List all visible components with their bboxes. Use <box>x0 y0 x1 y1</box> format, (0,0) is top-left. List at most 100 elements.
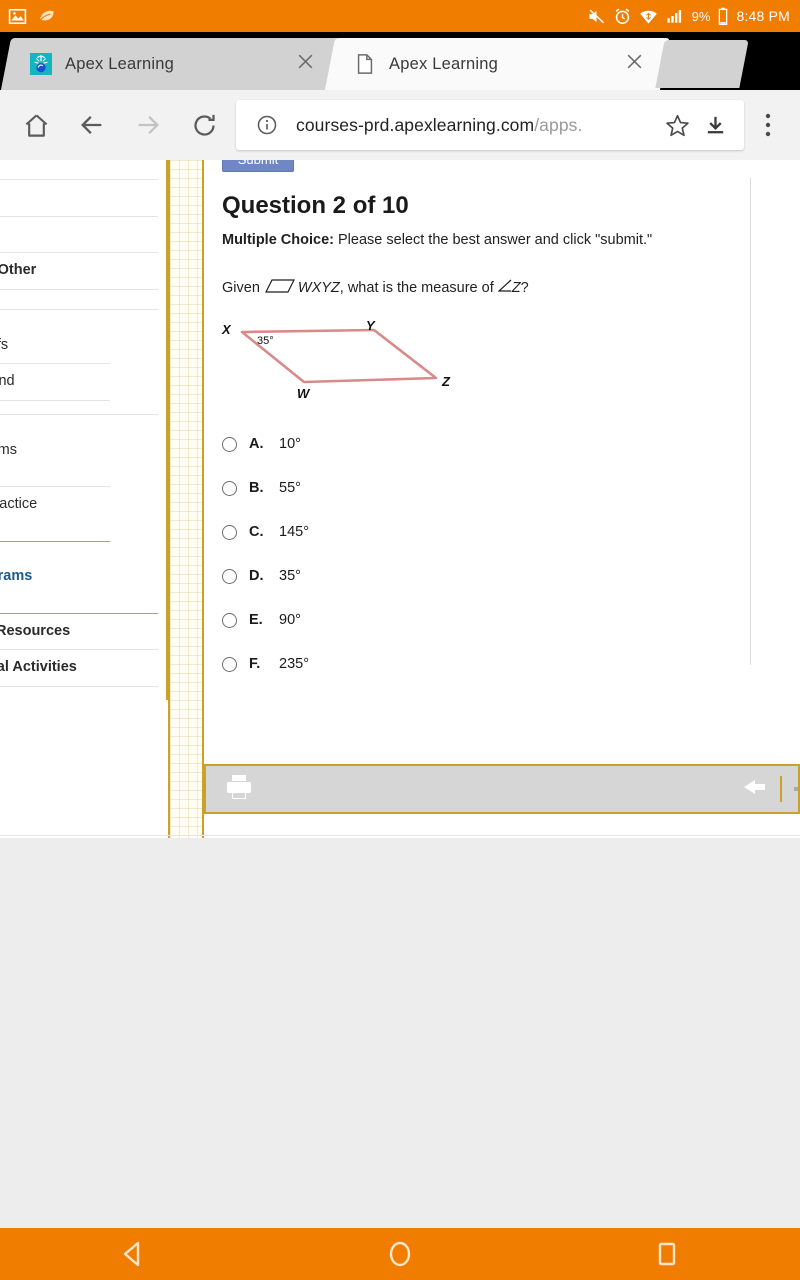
sidebar-item-parallelograms[interactable]: ograms and <box>0 364 110 402</box>
option-e[interactable]: E. 90° <box>222 598 642 642</box>
sidebar-item-quadrilaterals-other[interactable]: rals and Other <box>0 253 158 291</box>
option-text: 10° <box>279 436 301 452</box>
sidebar-item-additional-activities[interactable]: Additional Activities <box>0 650 158 687</box>
radio-button[interactable] <box>222 436 237 452</box>
option-letter: E. <box>249 612 263 628</box>
option-f[interactable]: F. 235° <box>222 642 642 686</box>
home-icon[interactable] <box>8 97 64 153</box>
close-icon[interactable] <box>619 52 649 76</box>
page-bottom-rule <box>0 835 800 836</box>
forward-arrow-icon <box>120 97 176 153</box>
figure-label-z: Z <box>442 374 450 389</box>
radio-button[interactable] <box>222 612 237 628</box>
option-text: 145° <box>279 524 309 540</box>
page-nav-divider <box>780 776 782 802</box>
tab-apex-learning-1[interactable]: Apex Learning <box>0 38 342 90</box>
battery-percent: 9% <box>691 8 711 24</box>
option-text: 35° <box>279 568 301 584</box>
sidebar-item-angles[interactable]: ngles <box>0 180 158 217</box>
star-icon[interactable] <box>658 113 696 138</box>
radio-button[interactable] <box>222 524 237 540</box>
nav-home-icon[interactable] <box>340 1228 460 1280</box>
stem-pre: Given <box>222 280 260 296</box>
stem-post: ? <box>520 280 529 296</box>
url-domain: courses-prd.apexlearning.com <box>296 114 535 135</box>
browser-tab-strip: Apex Learning Apex Learning <box>0 32 800 90</box>
option-letter: C. <box>249 524 264 540</box>
figure-label-y: Y <box>366 318 375 333</box>
stem-mid: , what is the measure of <box>339 280 494 296</box>
back-arrow-icon[interactable] <box>64 97 120 153</box>
instruction-label: Multiple Choice: <box>222 232 334 248</box>
reload-icon[interactable] <box>176 97 232 153</box>
option-letter: D. <box>249 568 264 584</box>
nav-back-icon[interactable] <box>73 1228 193 1280</box>
angle-icon <box>497 279 512 297</box>
parallelogram-svg <box>240 328 438 384</box>
sidebar-item-checkup-practice[interactable]: eckup: Practice oblems <box>0 487 110 542</box>
url-text: courses-prd.apexlearning.com/apps. <box>296 115 658 136</box>
mute-icon <box>589 9 604 23</box>
page-icon <box>357 54 373 74</box>
course-sidebar: ngles etry rals and Other ums of a and P… <box>0 160 168 838</box>
option-letter: B. <box>249 480 264 496</box>
clock-time: 8:48 PM <box>736 8 790 24</box>
page-title: Question 2 of 10 <box>222 192 409 219</box>
printer-icon[interactable] <box>224 773 254 806</box>
option-letter: F. <box>249 656 261 672</box>
stem-shape-name: WXYZ <box>297 280 340 296</box>
wifi-icon <box>639 10 657 24</box>
figure-angle-label: 35° <box>257 335 274 347</box>
submit-button[interactable]: Submit <box>222 160 294 172</box>
nav-recents-icon[interactable] <box>607 1228 727 1280</box>
option-b[interactable]: B. 55° <box>222 466 642 510</box>
sidebar-item-geometry[interactable]: etry <box>0 217 158 254</box>
leaf-icon <box>39 10 54 21</box>
tab-apex-learning-2[interactable]: Apex Learning <box>324 38 671 90</box>
sidebar-items: ngles etry rals and Other ums of a and P… <box>0 160 168 687</box>
question-instruction: Multiple Choice: Please select the best … <box>222 232 652 248</box>
browser-toolbar: courses-prd.apexlearning.com/apps. <box>0 90 800 160</box>
signal-icon <box>667 10 681 23</box>
android-status-bar: 9% 8:48 PM <box>0 0 800 32</box>
web-page-viewport: ngles etry rals and Other ums of a and P… <box>0 160 800 838</box>
url-path: /apps. <box>534 114 583 135</box>
download-icon[interactable] <box>696 114 734 137</box>
tab-partial-next[interactable] <box>655 40 749 88</box>
sidebar-item-quiz-parallelograms-proofs[interactable]: iz: arallelograms d Proofs <box>0 542 158 614</box>
option-text: 90° <box>279 612 301 628</box>
option-d[interactable]: D. 35° <box>222 554 642 598</box>
option-c[interactable]: C. 145° <box>222 510 642 554</box>
tab-background-3 <box>655 40 749 88</box>
graph-paper-gutter <box>168 160 204 838</box>
page-background-below <box>0 838 800 1228</box>
parallelogram-figure: X Y W Z 35° <box>214 310 464 410</box>
sidebar-item-blank-mid <box>0 290 158 311</box>
radio-button[interactable] <box>222 480 237 496</box>
address-bar[interactable]: courses-prd.apexlearning.com/apps. <box>236 100 744 150</box>
left-arrow-icon[interactable] <box>742 777 766 802</box>
apex-logo-icon <box>30 53 52 75</box>
sidebar-item-angle-sums[interactable]: ums of a and Proofs <box>0 310 110 365</box>
figure-label-w: W <box>297 386 310 401</box>
radio-button[interactable] <box>222 568 237 584</box>
overflow-menu-icon[interactable] <box>744 112 792 138</box>
battery-icon <box>719 7 728 25</box>
radio-button[interactable] <box>222 656 237 672</box>
option-letter: A. <box>249 436 264 452</box>
sidebar-item-blank-top <box>0 160 158 180</box>
close-icon[interactable] <box>290 52 320 76</box>
tab-title-1: Apex Learning <box>65 54 175 73</box>
sidebar-item-blank-low <box>0 401 158 416</box>
page-nav-right <box>742 776 798 802</box>
status-left-icons <box>8 7 57 26</box>
image-icon <box>8 8 27 24</box>
sidebar-item-study[interactable]: dy: rallelograms d Proofs <box>0 415 110 488</box>
info-icon[interactable] <box>248 114 286 136</box>
page-bottom-toolbar <box>204 764 800 814</box>
option-text: 55° <box>279 480 301 496</box>
option-a[interactable]: A. 10° <box>222 422 642 466</box>
screen: 9% 8:48 PM Apex Learning Apex Learning c… <box>0 0 800 1280</box>
figure-label-x: X <box>222 322 231 337</box>
sidebar-item-student-resources[interactable]: Student Resources <box>0 614 158 651</box>
